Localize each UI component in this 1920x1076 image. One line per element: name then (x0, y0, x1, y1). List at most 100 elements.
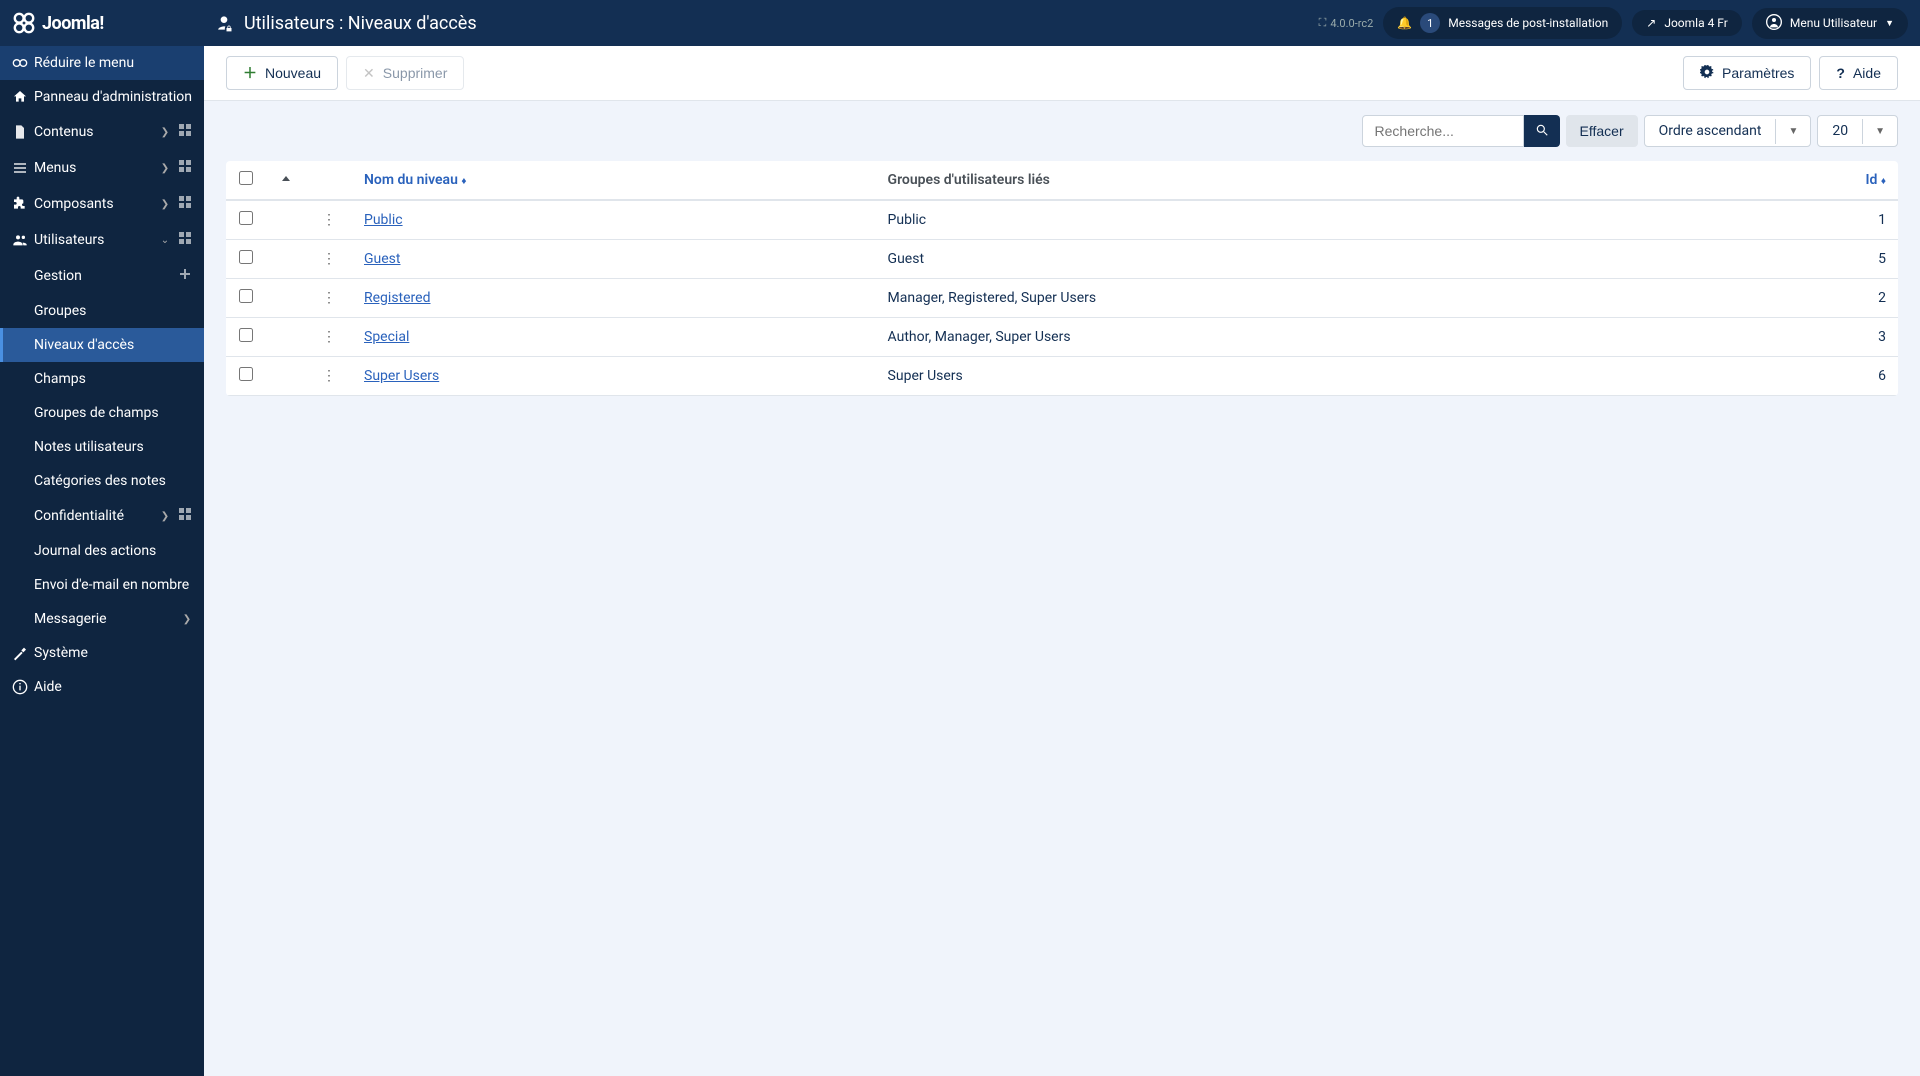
sidebar-item-components[interactable]: Composants ❯ (0, 186, 204, 222)
topbar-right: ⛶ 4.0.0-rc2 🔔 1 Messages de post-install… (1319, 7, 1908, 39)
row-checkbox[interactable] (239, 328, 253, 342)
toggle-icon (8, 55, 32, 71)
header-order[interactable] (266, 161, 306, 200)
table-row: ⋮ Guest Guest 5 (226, 240, 1898, 279)
sidebar-sub-manage[interactable]: Gestion (0, 258, 204, 294)
row-id: 6 (1838, 357, 1898, 396)
toolbar: ＋ Nouveau ✕ Supprimer Paramètres ? Aide (204, 46, 1920, 101)
sidebar-item-system[interactable]: Système (0, 636, 204, 670)
sidebar-sub-groups[interactable]: Groupes (0, 294, 204, 328)
search-input[interactable] (1362, 115, 1524, 147)
row-id: 2 (1838, 279, 1898, 318)
row-name-link[interactable]: Guest (364, 251, 400, 267)
sidebar-sub-user-notes[interactable]: Notes utilisateurs (0, 430, 204, 464)
logo[interactable]: Joomla! (12, 11, 204, 35)
options-button[interactable]: Paramètres (1683, 56, 1811, 90)
sidebar-item-content[interactable]: Contenus ❯ (0, 114, 204, 150)
sidebar-sub-fields[interactable]: Champs (0, 362, 204, 396)
sidebar-sub-messaging[interactable]: Messagerie ❯ (0, 602, 204, 636)
row-actions-button[interactable]: ⋮ (318, 366, 340, 386)
users-lock-icon (214, 13, 234, 33)
chevron-right-icon: ❯ (156, 511, 174, 522)
dashboard-link-icon[interactable] (174, 195, 196, 213)
sort-icon: ♦ (461, 176, 466, 187)
maximize-icon: ⛶ (1319, 16, 1327, 30)
header-id[interactable]: Id ♦ (1838, 161, 1898, 200)
sort-order-select[interactable]: Ordre ascendant ▼ (1644, 115, 1812, 147)
search-button[interactable] (1524, 115, 1560, 147)
sidebar-sub-action-log[interactable]: Journal des actions (0, 534, 204, 568)
row-actions-button[interactable]: ⋮ (318, 210, 340, 230)
site-link-button[interactable]: ↗ Joomla 4 Fr (1632, 10, 1742, 36)
external-link-icon: ↗ (1646, 16, 1656, 30)
row-checkbox[interactable] (239, 211, 253, 225)
version-tag: ⛶ 4.0.0-rc2 (1319, 16, 1374, 30)
plus-icon[interactable] (174, 267, 196, 285)
sidebar-sub-access-levels[interactable]: Niveaux d'accès (0, 328, 204, 362)
table-row: ⋮ Registered Manager, Registered, Super … (226, 279, 1898, 318)
search-wrap (1362, 115, 1560, 147)
row-groups: Manager, Registered, Super Users (876, 279, 1838, 318)
user-menu-button[interactable]: Menu Utilisateur ▼ (1752, 8, 1908, 39)
dashboard-link-icon[interactable] (174, 123, 196, 141)
row-actions-button[interactable]: ⋮ (318, 288, 340, 308)
row-checkbox[interactable] (239, 250, 253, 264)
row-name-link[interactable]: Registered (364, 290, 430, 306)
row-name-link[interactable]: Super Users (364, 368, 439, 384)
help-button[interactable]: ? Aide (1819, 56, 1898, 90)
sidebar-item-help[interactable]: Aide (0, 670, 204, 704)
plus-icon: ＋ (243, 63, 257, 83)
row-name-link[interactable]: Special (364, 329, 409, 345)
dashboard-link-icon[interactable] (174, 231, 196, 249)
table-row: ⋮ Special Author, Manager, Super Users 3 (226, 318, 1898, 357)
row-groups: Public (876, 200, 1838, 240)
header-name[interactable]: Nom du niveau ♦ (352, 161, 876, 200)
row-id: 3 (1838, 318, 1898, 357)
chevron-right-icon: ❯ (178, 614, 196, 625)
sidebar-sub-mass-mail[interactable]: Envoi d'e-mail en nombre (0, 568, 204, 602)
row-id: 1 (1838, 200, 1898, 240)
dashboard-link-icon[interactable] (174, 507, 196, 525)
collapse-label: Réduire le menu (34, 55, 196, 71)
row-name-link[interactable]: Public (364, 212, 403, 228)
info-icon (8, 679, 32, 695)
user-circle-icon (1766, 14, 1782, 33)
bars-icon (8, 160, 32, 176)
topbar: Joomla! Utilisateurs : Niveaux d'accès ⛶… (0, 0, 1920, 46)
collapse-menu-button[interactable]: Réduire le menu (0, 46, 204, 80)
sidebar-sub-field-groups[interactable]: Groupes de champs (0, 396, 204, 430)
header-actions (306, 161, 352, 200)
dashboard-link-icon[interactable] (174, 159, 196, 177)
search-icon (1535, 125, 1549, 140)
sidebar-item-dashboard[interactable]: Panneau d'administration (0, 80, 204, 114)
user-menu-label: Menu Utilisateur (1790, 16, 1877, 30)
users-icon (8, 232, 32, 248)
page-title-wrap: Utilisateurs : Niveaux d'accès (214, 13, 477, 34)
sidebar-sub-privacy[interactable]: Confidentialité ❯ (0, 498, 204, 534)
row-checkbox[interactable] (239, 289, 253, 303)
toolbar-right: Paramètres ? Aide (1683, 56, 1898, 90)
table-panel: Nom du niveau ♦ Groupes d'utilisateurs l… (226, 161, 1898, 396)
access-levels-table: Nom du niveau ♦ Groupes d'utilisateurs l… (226, 161, 1898, 396)
new-button[interactable]: ＋ Nouveau (226, 56, 338, 90)
sidebar-sub-note-categories[interactable]: Catégories des notes (0, 464, 204, 498)
row-id: 5 (1838, 240, 1898, 279)
clear-button[interactable]: Effacer (1566, 115, 1638, 147)
row-actions-button[interactable]: ⋮ (318, 327, 340, 347)
row-actions-button[interactable]: ⋮ (318, 249, 340, 269)
bell-icon: 🔔 (1397, 16, 1412, 30)
limit-select[interactable]: 20 ▼ (1817, 115, 1898, 147)
row-groups: Guest (876, 240, 1838, 279)
home-icon (8, 89, 32, 105)
chevron-down-icon: ▼ (1862, 119, 1897, 144)
delete-button[interactable]: ✕ Supprimer (346, 56, 464, 90)
row-groups: Super Users (876, 357, 1838, 396)
check-all[interactable] (239, 171, 253, 185)
notifications-badge: 1 (1420, 13, 1440, 33)
sidebar-item-menus[interactable]: Menus ❯ (0, 150, 204, 186)
joomla-logo-icon (12, 11, 36, 35)
row-checkbox[interactable] (239, 367, 253, 381)
notifications-button[interactable]: 🔔 1 Messages de post-installation (1383, 7, 1622, 39)
sidebar-item-users[interactable]: Utilisateurs ⌄ (0, 222, 204, 258)
table-row: ⋮ Super Users Super Users 6 (226, 357, 1898, 396)
